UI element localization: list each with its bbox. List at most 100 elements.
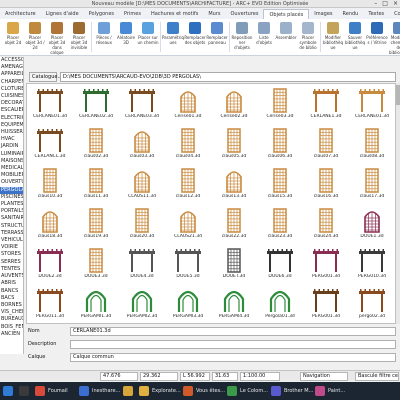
ribbon-button-0[interactable]: Placer objet 2d <box>2 20 24 54</box>
library-folder-item[interactable]: HUISSERIES <box>0 129 23 136</box>
library-folder-item[interactable]: SANITAIRES <box>0 215 23 222</box>
object-thumbnail[interactable]: claus02.3d <box>73 126 119 162</box>
library-folder-item[interactable]: ABRIS <box>0 280 23 287</box>
library-folder-item[interactable]: VEHICULES <box>0 237 23 244</box>
ribbon-button-8[interactable]: Remplacer des objets <box>184 20 206 54</box>
ribbon-button-10[interactable]: Repositionner d'objets <box>231 20 253 54</box>
object-thumbnail[interactable]: Cerise02.3d <box>211 86 257 122</box>
object-thumbnail[interactable]: claus04.3d <box>165 126 211 162</box>
taskbar-app[interactable]: Paint... <box>315 384 345 398</box>
library-folder-item[interactable]: BANCS <box>0 288 23 295</box>
library-folder-item[interactable]: PERGOLAS <box>0 186 23 194</box>
object-thumbnail[interactable]: claus22.3d <box>211 206 257 242</box>
taskbar-app[interactable]: Vous êtes... <box>183 384 225 398</box>
ribbon-button-17[interactable]: Modifier chemins de bibliothèques <box>388 20 400 55</box>
ribbon-button-9[interactable]: Remplacer panneau <box>206 20 228 54</box>
tab-4[interactable]: Hachures et motifs <box>146 9 203 19</box>
object-thumbnail[interactable]: PERGAMI1.3d <box>73 286 119 322</box>
tab-0[interactable]: Architecture <box>0 9 41 19</box>
catalog-button[interactable]: Catalogue... <box>29 72 62 82</box>
taskbar-app[interactable]: Explorate... <box>139 384 181 398</box>
tab-2[interactable]: Polygones <box>84 9 119 19</box>
tab-11[interactable]: Cotations <box>389 9 400 19</box>
object-thumbnail[interactable]: claus18.3d <box>27 206 73 242</box>
library-folder-item[interactable]: ESCALIERS <box>0 107 23 114</box>
library-folder-item[interactable]: TENTES <box>0 266 23 273</box>
ribbon-button-5[interactable]: Aléatoire 3D <box>115 20 137 54</box>
tab-8[interactable]: Images <box>309 9 337 19</box>
object-thumbnail[interactable]: claus17.3d <box>349 166 395 202</box>
ribbon-button-6[interactable]: Placer sur un chemin <box>137 20 159 54</box>
library-folder-item[interactable]: APPAREILS <box>0 71 23 78</box>
description-field[interactable] <box>70 340 396 349</box>
library-folder-item[interactable]: BOIS_FENES <box>0 324 23 331</box>
ribbon-button-2[interactable]: Placer objet 3d dans calque <box>46 20 68 55</box>
object-thumbnail[interactable]: claus23.3d <box>257 206 303 242</box>
object-thumbnail[interactable]: DOUE3.3d <box>73 246 119 282</box>
library-folder-item[interactable]: ELECTRIC <box>0 115 23 122</box>
object-thumbnail[interactable]: claus05.3d <box>211 126 257 162</box>
object-thumbnail[interactable]: CERLANE1.3d <box>303 86 349 122</box>
library-folder-item[interactable]: SERRES <box>0 259 23 266</box>
taskbar-app[interactable]: Le Colom... <box>227 384 268 398</box>
object-thumbnail[interactable]: DOUET.3d <box>211 246 257 282</box>
object-thumbnail[interactable]: PERG010.3d <box>349 246 395 282</box>
object-thumbnail[interactable]: DOUE2.3d <box>27 246 73 282</box>
grid-scrollbar[interactable] <box>396 83 400 324</box>
object-thumbnail[interactable]: PERG001.3d <box>303 286 349 322</box>
taskbar-app[interactable] <box>19 384 32 398</box>
library-folder-item[interactable]: AUVENTS <box>0 273 23 280</box>
taskbar-app[interactable]: Brother M... <box>271 384 313 398</box>
library-folder-item[interactable]: CUISINES <box>0 93 23 100</box>
scale-select[interactable]: 1:100.00 <box>240 372 280 381</box>
object-thumbnail[interactable]: claus06.3d <box>257 126 303 162</box>
library-folder-item[interactable]: AMENAGEMENT <box>0 64 23 71</box>
close-icon[interactable]: × <box>393 1 398 7</box>
object-thumbnail[interactable]: CERLANE03.3d <box>119 86 165 122</box>
object-thumbnail[interactable]: claus19.3d <box>73 206 119 242</box>
tab-6[interactable]: Ouvertures <box>226 9 264 19</box>
library-folder-item[interactable]: STORES <box>0 251 23 258</box>
ribbon-button-13[interactable]: Placer symbole de biblio <box>297 20 319 54</box>
object-thumbnail[interactable]: DOUE4.3d <box>119 246 165 282</box>
library-folder-item[interactable]: LUMINAIRES <box>0 151 23 158</box>
mode-select[interactable]: Navigation <box>300 372 348 381</box>
ribbon-button-16[interactable]: Préférences / Vitrine <box>366 20 388 54</box>
maximize-icon[interactable]: □ <box>382 1 388 7</box>
object-thumbnail[interactable]: claus07.3d <box>303 126 349 162</box>
object-thumbnail[interactable]: Pergola01.3d <box>257 286 303 322</box>
taskbar-app[interactable]: Inesthare... <box>79 384 120 398</box>
object-thumbnail[interactable]: DOUE1.3d <box>349 206 395 242</box>
library-folder-item[interactable]: CLOTURES <box>0 86 23 93</box>
object-thumbnail[interactable]: CLAUS21.3d <box>165 206 211 242</box>
tab-9[interactable]: Rendu <box>338 9 364 19</box>
object-thumbnail[interactable]: Cerise03.3d <box>257 86 303 122</box>
ribbon-button-12[interactable]: Assembler <box>275 20 297 54</box>
object-thumbnail[interactable]: CERLANCL.3d <box>27 126 73 162</box>
minimize-icon[interactable]: – <box>374 1 377 7</box>
library-folder-item[interactable]: VOIRIE <box>0 244 23 251</box>
object-thumbnail[interactable]: claus16.3d <box>303 166 349 202</box>
object-thumbnail[interactable]: claus11.3d <box>73 166 119 202</box>
library-folder-item[interactable]: CHARPENTE <box>0 79 23 86</box>
library-folder-item[interactable]: ANCIEN <box>0 331 23 338</box>
library-folder-item[interactable]: BUREAUX <box>0 316 23 323</box>
taskbar-app[interactable] <box>3 384 16 398</box>
object-thumbnail[interactable]: claus08.3d <box>349 126 395 162</box>
ribbon-button-4[interactable]: Pièces / réseaux <box>93 20 115 54</box>
library-folder-item[interactable]: PLANTES <box>0 201 23 208</box>
taskbar-app[interactable] <box>123 384 136 398</box>
object-thumbnail[interactable]: PERG011.3d <box>27 286 73 322</box>
library-folder-item[interactable]: EQUIPEMENTS <box>0 122 23 129</box>
object-thumbnail[interactable]: pergo02.3d <box>349 286 395 322</box>
object-thumbnail[interactable]: Cerise01.3d <box>165 86 211 122</box>
library-folder-item[interactable]: MAISONS <box>0 158 23 165</box>
object-thumbnail[interactable]: PERGAMI4.3d <box>211 286 257 322</box>
layer-field[interactable]: Calque commun <box>70 353 396 362</box>
object-thumbnail[interactable]: claus20.3d <box>119 206 165 242</box>
object-thumbnail[interactable]: claus24.3d <box>303 206 349 242</box>
library-folder-item[interactable]: TERRASSES <box>0 230 23 237</box>
object-thumbnail[interactable]: claus12.3d <box>165 166 211 202</box>
grid-scroll-thumb[interactable] <box>396 85 400 105</box>
library-folder-item[interactable]: BORNES <box>0 302 23 309</box>
